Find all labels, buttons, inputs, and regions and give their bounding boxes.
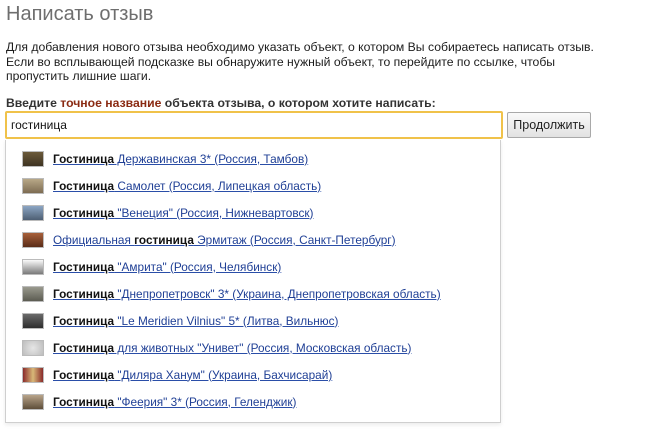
- object-search-input[interactable]: [5, 111, 503, 139]
- suggestion-name: для животных "Унивет" (Россия, Московска…: [114, 340, 412, 355]
- suggestion-item[interactable]: Гостиница Державинская 3* (Россия, Тамбо…: [6, 145, 500, 172]
- suggestion-item[interactable]: Гостиница "Диляра Ханум" (Украина, Бахчи…: [6, 361, 500, 388]
- input-prompt-label: Введите точное название объекта отзыва, …: [6, 96, 436, 110]
- suggestion-link[interactable]: Гостиница "Диляра Ханум" (Украина, Бахчи…: [53, 368, 332, 382]
- intro-line: Для добавления нового отзыва необходимо …: [6, 40, 594, 54]
- intro-line: Если во всплывающей подсказке вы обнаруж…: [6, 54, 556, 69]
- suggestion-item[interactable]: Гостиница "Le Meridien Vilnius" 5* (Литв…: [6, 307, 500, 334]
- suggestion-keyword: Гостиница: [53, 178, 115, 193]
- suggestion-name: Самолет (Россия, Липецкая область): [114, 178, 322, 193]
- suggestion-keyword: Гостиница: [53, 151, 115, 166]
- suggestion-item[interactable]: Официальная гостиница Эрмитаж (Россия, С…: [6, 226, 500, 253]
- hotel-thumbnail-icon: [22, 339, 44, 356]
- suggestion-item[interactable]: Гостиница "Амрита" (Россия, Челябинск): [6, 253, 500, 280]
- continue-button[interactable]: Продолжить: [507, 112, 591, 138]
- suggestion-keyword: Гостиница: [53, 340, 115, 355]
- suggestion-link[interactable]: Гостиница для животных "Унивет" (Россия,…: [53, 341, 411, 355]
- prompt-accent-text: точное название: [60, 96, 162, 110]
- hotel-thumbnail-icon: [22, 258, 44, 275]
- suggestion-item[interactable]: Гостиница "Феерия" 3* (Россия, Геленджик…: [6, 388, 500, 415]
- hotel-thumbnail-icon: [22, 231, 44, 248]
- hotel-thumbnail-icon: [22, 312, 44, 329]
- hotel-thumbnail-icon: [22, 393, 44, 410]
- suggestion-link[interactable]: Гостиница "Венеция" (Россия, Нижневартов…: [53, 206, 313, 220]
- suggestion-name: Державинская 3* (Россия, Тамбов): [114, 151, 309, 166]
- suggestion-item[interactable]: Гостиница для животных "Унивет" (Россия,…: [6, 334, 500, 361]
- hotel-thumbnail-icon: [22, 285, 44, 302]
- suggestion-keyword: Гостиница: [53, 259, 115, 274]
- suggestion-link[interactable]: Гостиница Самолет (Россия, Липецкая обла…: [53, 179, 321, 193]
- autocomplete-dropdown: Гостиница Державинская 3* (Россия, Тамбо…: [5, 140, 501, 423]
- suggestion-name: "Диляра Ханум" (Украина, Бахчисарай): [114, 367, 333, 382]
- prompt-text: объекта отзыва, о котором хотите написат…: [161, 96, 436, 110]
- suggestion-keyword: гостиница: [134, 232, 194, 247]
- suggestion-link[interactable]: Официальная гостиница Эрмитаж (Россия, С…: [53, 233, 396, 247]
- prompt-text: Введите: [6, 96, 61, 110]
- suggestion-name: "Le Meridien Vilnius" 5* (Литва, Вильнюс…: [114, 313, 339, 328]
- suggestion-prefix: Официальная: [53, 232, 135, 247]
- hotel-thumbnail-icon: [22, 177, 44, 194]
- suggestion-name: "Амрита" (Россия, Челябинск): [114, 259, 282, 274]
- page-title: Написать отзыв: [6, 3, 154, 25]
- suggestion-keyword: Гостиница: [53, 286, 115, 301]
- hotel-thumbnail-icon: [22, 204, 44, 221]
- suggestion-item[interactable]: Гостиница "Днепропетровск" 3* (Украина, …: [6, 280, 500, 307]
- suggestion-name: "Днепропетровск" 3* (Украина, Днепропетр…: [114, 286, 441, 301]
- hotel-thumbnail-icon: [22, 150, 44, 167]
- hotel-thumbnail-icon: [22, 366, 44, 383]
- suggestion-link[interactable]: Гостиница "Днепропетровск" 3* (Украина, …: [53, 287, 441, 301]
- suggestion-keyword: Гостиница: [53, 313, 115, 328]
- suggestion-link[interactable]: Гостиница "Амрита" (Россия, Челябинск): [53, 260, 281, 274]
- suggestion-keyword: Гостиница: [53, 367, 115, 382]
- suggestion-link[interactable]: Гостиница "Феерия" 3* (Россия, Геленджик…: [53, 395, 296, 409]
- intro-line: пропустить лишние шаги.: [6, 69, 152, 83]
- suggestion-name: Эрмитаж (Россия, Санкт-Петербург): [193, 232, 396, 247]
- suggestion-name: "Феерия" 3* (Россия, Геленджик): [114, 394, 297, 409]
- intro-text: Для добавления нового отзыва необходимо …: [6, 40, 656, 84]
- suggestion-item[interactable]: Гостиница "Венеция" (Россия, Нижневартов…: [6, 199, 500, 226]
- suggestion-name: "Венеция" (Россия, Нижневартовск): [114, 205, 314, 220]
- suggestion-keyword: Гостиница: [53, 205, 115, 220]
- suggestion-link[interactable]: Гостиница "Le Meridien Vilnius" 5* (Литв…: [53, 314, 338, 328]
- suggestion-keyword: Гостиница: [53, 394, 115, 409]
- suggestion-link[interactable]: Гостиница Державинская 3* (Россия, Тамбо…: [53, 152, 308, 166]
- suggestion-item[interactable]: Гостиница Самолет (Россия, Липецкая обла…: [6, 172, 500, 199]
